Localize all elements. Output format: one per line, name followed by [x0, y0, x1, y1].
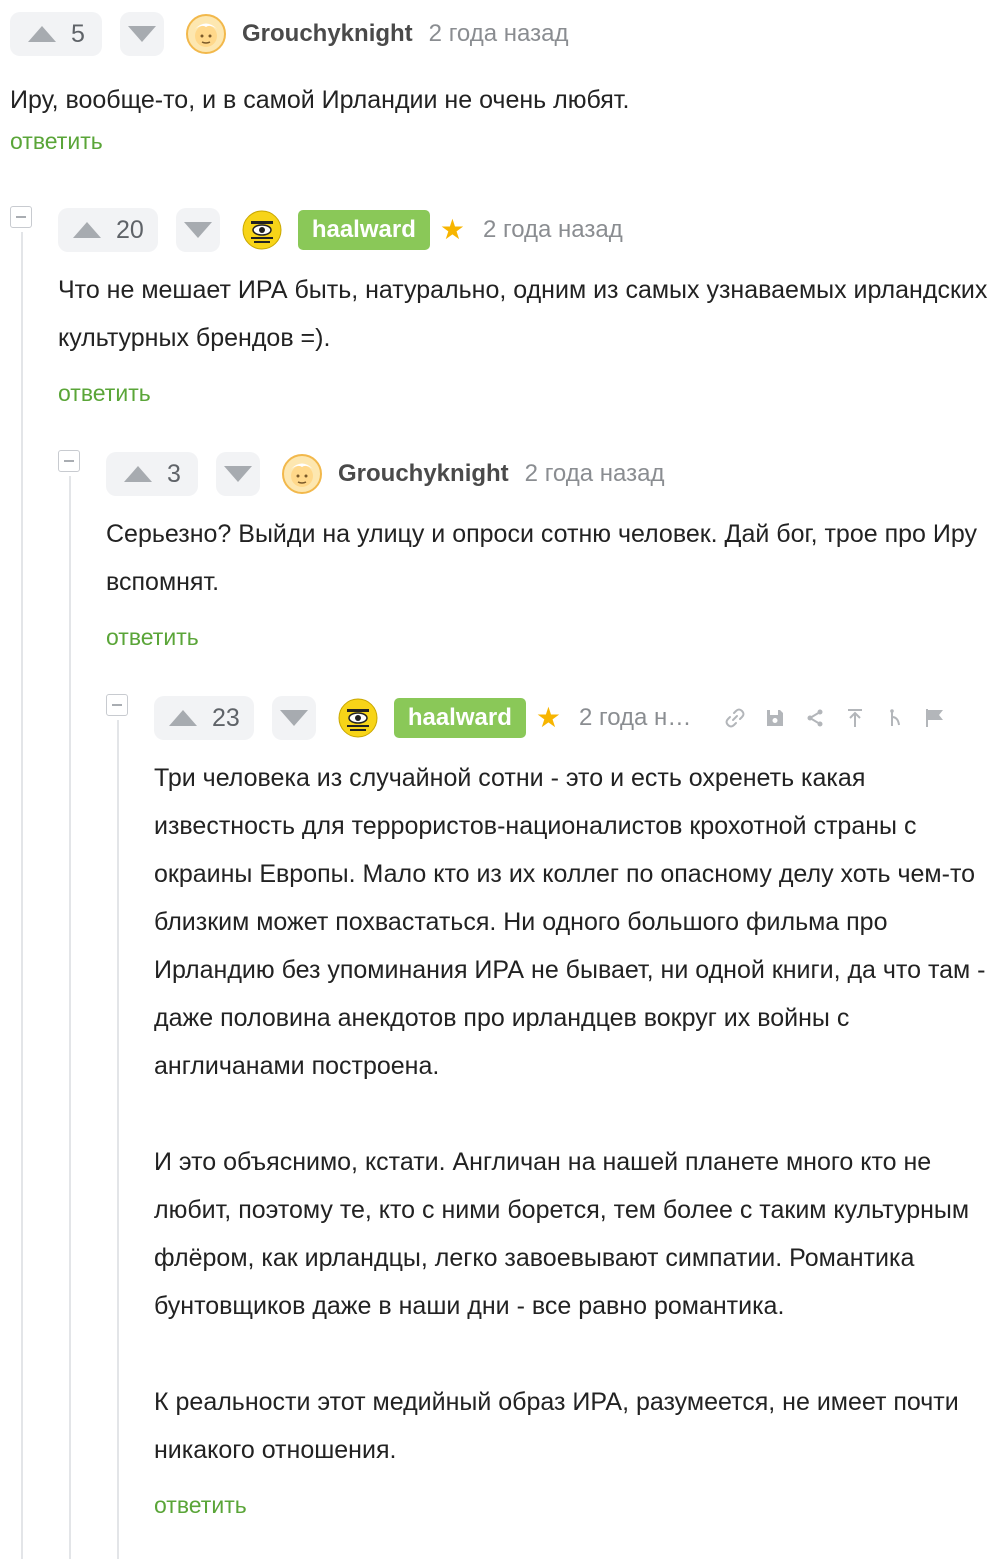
- arrow-down-icon: [183, 222, 212, 238]
- comment-paragraph: Три человека из случайной сотни - это и …: [154, 764, 986, 1080]
- author-name[interactable]: Grouchyknight: [338, 460, 509, 488]
- arrow-down-icon: [279, 710, 308, 726]
- author-name[interactable]: haalward: [297, 210, 430, 250]
- share-icon[interactable]: [805, 708, 825, 728]
- link-icon[interactable]: [725, 708, 745, 728]
- reply-link[interactable]: ответить: [58, 380, 151, 407]
- comment-time[interactable]: 2 года назад: [525, 460, 665, 488]
- arrow-down-icon: [224, 466, 252, 482]
- reply-link[interactable]: ответить: [106, 624, 199, 651]
- author-name[interactable]: haalward: [393, 698, 526, 738]
- collapse-toggle-comment-4[interactable]: [106, 694, 128, 716]
- comment: 3 Grouchyknight 2 года назад Серьезно? В…: [106, 452, 990, 651]
- arrow-up-icon: [169, 710, 197, 726]
- upvote-button[interactable]: 23: [154, 696, 254, 740]
- comment-time[interactable]: 2 года назад: [429, 20, 569, 48]
- comment-header: 3 Grouchyknight 2 года назад: [106, 452, 990, 496]
- comment-header: 20 haalward ★ 2 года назад: [58, 208, 990, 252]
- arrow-up-icon: [73, 222, 101, 238]
- avatar[interactable]: [242, 210, 282, 250]
- comment-header: 5 Grouchyknight 2 года назад: [10, 12, 990, 56]
- upvote-button[interactable]: 5: [10, 12, 102, 56]
- comment-time[interactable]: 2 года назад: [579, 704, 697, 732]
- star-icon: ★: [535, 702, 561, 733]
- comment-rating: 5: [71, 19, 85, 48]
- comment: 20 haalward ★ 2 года назад Что не мешает…: [58, 208, 990, 407]
- comment-time[interactable]: 2 года назад: [483, 216, 623, 244]
- comment-header: 23 haalward ★ 2 года назад: [154, 696, 990, 740]
- comment-rating: 20: [116, 215, 144, 244]
- thread-line-level-3: [117, 720, 119, 1559]
- comment: 5 Grouchyknight 2 года назад Иру, вообще…: [10, 12, 990, 155]
- thread-line-level-1: [21, 232, 23, 1559]
- go-to-parent-icon[interactable]: [845, 708, 865, 728]
- comment-rating: 3: [167, 459, 181, 488]
- comment-paragraph: Иру, вообще-то, и в самой Ирландии не оч…: [10, 86, 630, 114]
- downvote-button[interactable]: [216, 452, 260, 496]
- avatar[interactable]: [338, 698, 378, 738]
- comment-body: Серьезно? Выйди на улицу и опроси сотню …: [106, 510, 990, 606]
- comment-paragraph: И это объяснимо, кстати. Англичан на наш…: [154, 1148, 970, 1320]
- reply-link[interactable]: ответить: [10, 128, 103, 155]
- star-icon: ★: [439, 214, 465, 245]
- avatar[interactable]: [282, 454, 322, 494]
- comment-paragraph: К реальности этот медийный образ ИРА, ра…: [154, 1388, 959, 1464]
- downvote-button[interactable]: [271, 696, 316, 740]
- arrow-down-icon: [128, 26, 156, 42]
- comment-body: Три человека из случайной сотни - это и …: [154, 754, 990, 1474]
- comment-paragraph: Серьезно? Выйди на улицу и опроси сотню …: [106, 520, 977, 596]
- arrow-up-icon: [124, 466, 153, 482]
- downvote-button[interactable]: [120, 12, 164, 56]
- thread-branch-icon[interactable]: [885, 708, 905, 728]
- comment-body: Что не мешает ИРА быть, натурально, одни…: [58, 266, 990, 362]
- avatar[interactable]: [186, 14, 226, 54]
- reply-link[interactable]: ответить: [154, 1492, 247, 1519]
- comment-rating: 23: [212, 703, 240, 732]
- comment-actions: [725, 708, 945, 728]
- author-name[interactable]: Grouchyknight: [242, 20, 413, 48]
- downvote-button[interactable]: [175, 208, 220, 252]
- thread-line-level-2: [69, 476, 71, 1559]
- collapse-toggle-comment-2[interactable]: [10, 206, 32, 228]
- save-icon[interactable]: [765, 708, 785, 728]
- comment-paragraph: Что не мешает ИРА быть, натурально, одни…: [58, 276, 988, 352]
- comment-body: Иру, вообще-то, и в самой Ирландии не оч…: [10, 76, 990, 124]
- arrow-up-icon: [28, 26, 57, 42]
- collapse-toggle-comment-3[interactable]: [58, 450, 80, 472]
- upvote-button[interactable]: 20: [58, 208, 158, 252]
- flag-icon[interactable]: [925, 708, 945, 728]
- upvote-button[interactable]: 3: [106, 452, 198, 496]
- comment: 23 haalward ★ 2 года назад: [154, 696, 990, 1519]
